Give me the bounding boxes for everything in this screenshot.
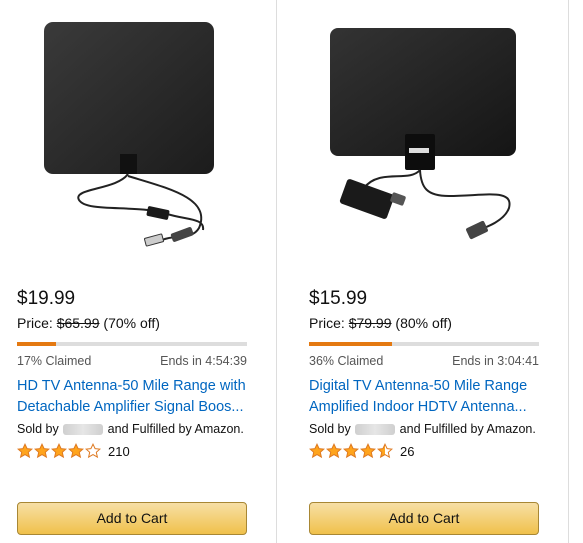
seller-suffix: and Fulfilled by Amazon. <box>107 422 244 436</box>
seller-info: Sold by and Fulfilled by Amazon. <box>309 422 536 436</box>
star-rating <box>17 443 102 459</box>
rating[interactable]: 26 <box>309 443 414 459</box>
deal-card: $19.99 Price: $65.99 (70% off) 17% Claim… <box>17 0 247 543</box>
star-icon <box>343 443 359 459</box>
list-price-line: Price: $79.99 (80% off) <box>309 315 452 331</box>
star-rating <box>309 443 394 459</box>
star-icon <box>17 443 33 459</box>
add-to-cart-button[interactable]: Add to Cart <box>309 502 539 535</box>
deal-card: $15.99 Price: $79.99 (80% off) 36% Claim… <box>309 0 539 543</box>
list-price: $65.99 <box>56 315 100 331</box>
claimed-progress-fill <box>17 342 57 346</box>
ends-in-text: Ends in 3:04:41 <box>452 354 539 368</box>
seller-suffix: and Fulfilled by Amazon. <box>399 422 536 436</box>
star-icon <box>68 443 84 459</box>
star-icon <box>34 443 50 459</box>
review-count[interactable]: 210 <box>108 444 130 459</box>
claimed-progress-bar <box>309 342 539 346</box>
column-divider <box>568 0 569 543</box>
star-icon <box>326 443 342 459</box>
product-title-line: Detachable Amplifier Signal Boos... <box>17 399 244 415</box>
star-icon <box>377 443 393 459</box>
star-icon <box>51 443 67 459</box>
product-title-link[interactable]: HD TV Antenna-50 Mile Range with Detacha… <box>17 376 257 418</box>
star-icon <box>309 443 325 459</box>
price-label: Price: <box>309 315 345 331</box>
star-icon <box>85 443 101 459</box>
price-label: Price: <box>17 315 53 331</box>
product-title-line: Amplified Indoor HDTV Antenna... <box>309 399 527 415</box>
list-price-line: Price: $65.99 (70% off) <box>17 315 160 331</box>
column-divider <box>276 0 277 543</box>
product-title-line: Digital TV Antenna-50 Mile Range <box>309 378 528 394</box>
product-title-link[interactable]: Digital TV Antenna-50 Mile Range Amplifi… <box>309 376 549 418</box>
rating[interactable]: 210 <box>17 443 130 459</box>
seller-prefix: Sold by <box>17 422 59 436</box>
claimed-progress-bar <box>17 342 247 346</box>
seller-prefix: Sold by <box>309 422 351 436</box>
claimed-progress-fill <box>309 342 392 346</box>
review-count[interactable]: 26 <box>400 444 414 459</box>
discount: (80% off) <box>395 315 452 331</box>
claimed-text: 36% Claimed <box>309 354 384 368</box>
seller-info: Sold by and Fulfilled by Amazon. <box>17 422 244 436</box>
product-image[interactable] <box>17 18 247 253</box>
discount: (70% off) <box>103 315 160 331</box>
star-icon <box>360 443 376 459</box>
seller-name-redacted <box>63 424 104 436</box>
product-image[interactable] <box>309 18 539 253</box>
deal-price: $15.99 <box>309 288 368 309</box>
claimed-text: 17% Claimed <box>17 354 92 368</box>
product-title-line: HD TV Antenna-50 Mile Range with <box>17 378 246 394</box>
add-to-cart-button[interactable]: Add to Cart <box>17 502 247 535</box>
ends-in-text: Ends in 4:54:39 <box>160 354 247 368</box>
seller-name-redacted <box>355 424 396 436</box>
list-price: $79.99 <box>348 315 392 331</box>
deal-price: $19.99 <box>17 288 76 309</box>
